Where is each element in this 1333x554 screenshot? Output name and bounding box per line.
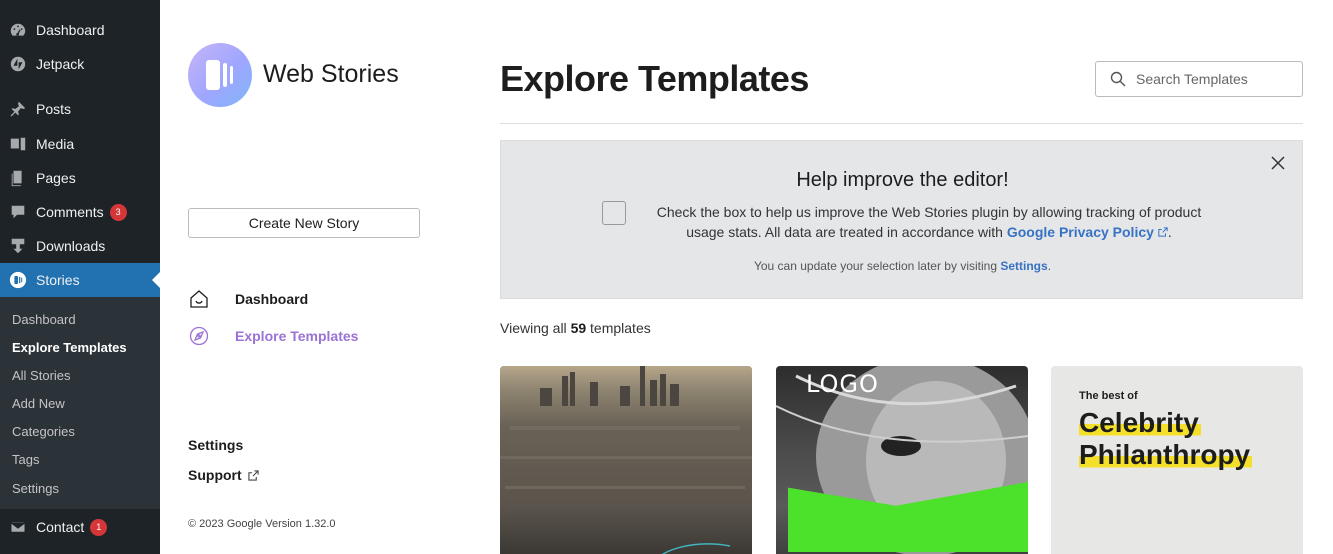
wp-menu-posts[interactable]: Posts [0, 92, 160, 126]
banner-body-suffix: . [1167, 224, 1172, 240]
template-count: Viewing all 59 templates [500, 320, 651, 336]
support-label: Support [188, 467, 242, 483]
tracking-checkbox[interactable] [602, 201, 626, 225]
city-skyline-image [500, 366, 752, 554]
submenu-categories[interactable]: Categories [12, 424, 75, 439]
wp-menu-media[interactable]: Media [0, 127, 160, 161]
card-kicker: The best of [1079, 390, 1138, 402]
template-card-logo-portrait[interactable]: LOGO [776, 366, 1028, 554]
media-icon [8, 134, 28, 154]
external-link-icon [248, 469, 259, 481]
home-icon [188, 288, 210, 310]
viewing-suffix: templates [590, 320, 651, 336]
wp-menu-label: Stories [36, 272, 80, 288]
wp-menu-label: Jetpack [36, 56, 85, 72]
contact-count-badge: 1 [90, 518, 108, 536]
support-link[interactable]: Support [188, 467, 259, 483]
pin-icon [8, 99, 28, 119]
dashboard-icon [8, 20, 28, 40]
submenu-settings[interactable]: Settings [12, 481, 59, 496]
banner-note-text: You can update your selection later by v… [753, 259, 997, 273]
nav-label: Explore Templates [235, 328, 359, 344]
web-stories-nav: Web Stories Create New Story Dashboard E… [160, 0, 460, 554]
headline-text: Celebrity [1079, 407, 1201, 438]
web-stories-logo [188, 43, 252, 107]
banner-note-suffix: . [1047, 259, 1052, 273]
wp-menu-label: Comments [36, 204, 104, 220]
search-input[interactable] [1136, 71, 1296, 87]
external-link-icon [1158, 227, 1168, 237]
wp-menu-pages[interactable]: Pages [0, 161, 160, 195]
wp-menu-label: Pages [36, 170, 76, 186]
wp-menu-label: Media [36, 136, 75, 152]
logo-text: LOGO [806, 370, 879, 398]
pages-icon [8, 168, 28, 188]
banner-body: Check the box to help us improve the Web… [641, 202, 1217, 242]
wp-menu-label: Downloads [36, 238, 106, 254]
banner-title: Help improve the editor! [796, 169, 1009, 191]
wp-menu-label: Posts [36, 101, 72, 117]
wp-menu-comments[interactable]: Comments 3 [0, 195, 160, 229]
active-menu-arrow [152, 272, 160, 288]
download-icon [8, 236, 28, 256]
wp-menu-label: Contact [36, 519, 85, 535]
search-icon [1110, 71, 1126, 87]
settings-link[interactable]: Settings [188, 437, 243, 453]
stories-icon [8, 270, 28, 290]
wp-menu-contact[interactable]: Contact 1 [0, 510, 160, 544]
wp-menu-label: Dashboard [36, 22, 105, 38]
search-box[interactable] [1095, 61, 1303, 97]
submenu-tags[interactable]: Tags [12, 452, 39, 467]
submenu-explore-templates[interactable]: Explore Templates [12, 340, 127, 355]
card-headline-line2: Philanthropy [1079, 439, 1253, 470]
wp-menu-jetpack[interactable]: Jetpack [0, 47, 160, 81]
card-headline-line1: Celebrity [1079, 407, 1201, 438]
submenu-add-new[interactable]: Add New [12, 396, 65, 411]
viewing-count: 59 [570, 320, 587, 336]
wp-stories-submenu: Dashboard Explore Templates All Stories … [0, 297, 160, 509]
template-card-city[interactable] [500, 366, 752, 554]
header-divider [500, 123, 1303, 124]
tracking-opt-in-banner: Help improve the editor! Check the box t… [500, 140, 1303, 299]
copyright-version: © 2023 Google Version 1.32.0 [188, 518, 336, 530]
banner-note: You can update your selection later by v… [501, 259, 1304, 273]
jetpack-icon [8, 54, 28, 74]
settings-link[interactable]: Settings [1000, 259, 1047, 273]
wp-menu-downloads[interactable]: Downloads [0, 229, 160, 263]
nav-explore-templates[interactable]: Explore Templates [188, 325, 358, 347]
template-card-celebrity[interactable]: The best of Celebrity Philanthropy [1051, 366, 1303, 554]
submenu-dashboard[interactable]: Dashboard [12, 312, 76, 327]
nav-label: Dashboard [235, 291, 309, 307]
headline-text: Philanthropy [1079, 439, 1253, 470]
main-content: Explore Templates Help improve the edito… [500, 0, 1303, 554]
nav-dashboard[interactable]: Dashboard [188, 288, 308, 310]
brand-title: Web Stories [263, 60, 399, 88]
wp-menu-stories[interactable]: Stories [0, 263, 160, 297]
page-title: Explore Templates [500, 58, 809, 99]
compass-icon [188, 325, 210, 347]
submenu-all-stories[interactable]: All Stories [12, 368, 71, 383]
comment-icon [8, 202, 28, 222]
viewing-prefix: Viewing all [500, 320, 567, 336]
wp-menu-dashboard[interactable]: Dashboard [0, 13, 160, 47]
google-privacy-policy-link[interactable]: Google Privacy Policy [1007, 224, 1154, 240]
mail-icon [8, 517, 28, 537]
comments-count-badge: 3 [109, 203, 127, 221]
create-new-story-button[interactable]: Create New Story [188, 208, 420, 238]
